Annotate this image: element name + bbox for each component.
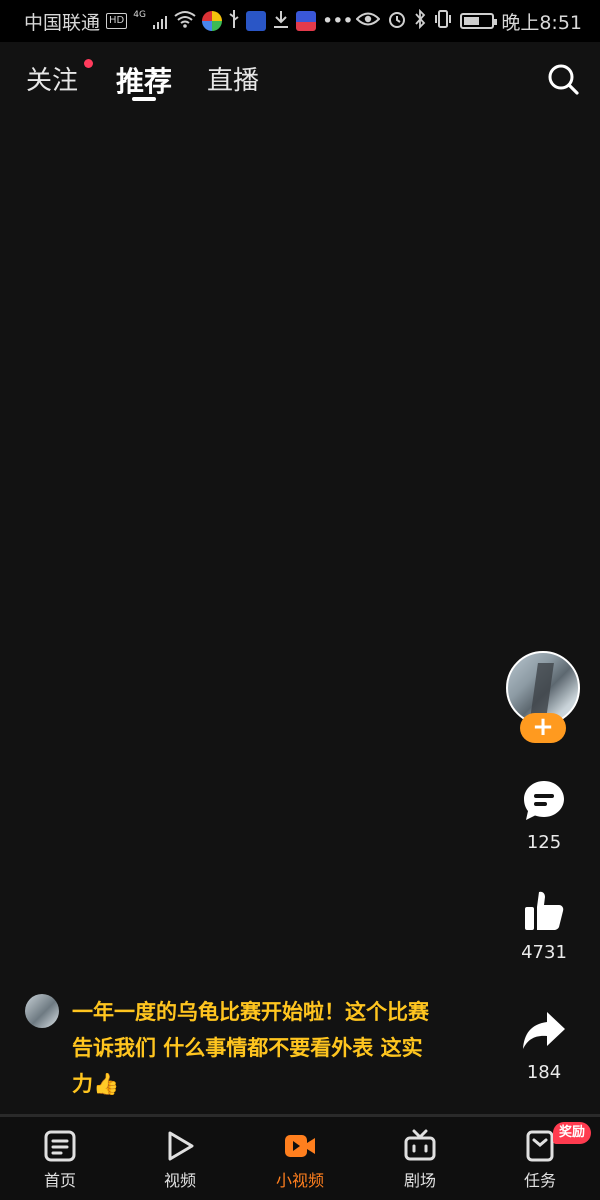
- top-nav: 关注 推荐 直播: [0, 50, 600, 110]
- caption-author-avatar[interactable]: [25, 994, 59, 1028]
- nav-task-label: 任务: [523, 1171, 556, 1190]
- nav-home[interactable]: 首页: [20, 1129, 100, 1191]
- wifi-icon: [174, 10, 196, 33]
- carrier-name: 中国联通: [24, 11, 101, 34]
- clock: 晚上8:51: [501, 11, 582, 34]
- usb-icon: [228, 9, 240, 34]
- comment-action[interactable]: 125: [508, 778, 580, 853]
- bottom-nav: 首页 视频 小视频 剧场 任务: [0, 1117, 600, 1200]
- nav-theater-label: 剧场: [403, 1171, 436, 1190]
- hd-badge: HD: [106, 13, 128, 29]
- eye-icon: [355, 10, 381, 32]
- nav-video[interactable]: 视频: [140, 1129, 220, 1191]
- share-icon: [523, 1012, 565, 1049]
- nav-theater[interactable]: 剧场: [380, 1129, 460, 1191]
- share-action[interactable]: 184: [508, 1008, 580, 1083]
- nav-short-video[interactable]: 小视频: [260, 1129, 340, 1191]
- notification-dot: [84, 59, 93, 68]
- tab-recommended[interactable]: 推荐: [116, 60, 172, 100]
- thumbs-up-icon: [525, 891, 564, 930]
- task-icon: [526, 1130, 554, 1162]
- tv-icon: [404, 1129, 436, 1161]
- app-notification-icon: [202, 11, 222, 31]
- comment-count: 125: [526, 832, 562, 853]
- active-tab-indicator: [132, 97, 156, 101]
- video-caption[interactable]: 一年一度的乌龟比赛开始啦！这个比赛告诉我们 什么事情都不要看外表 这实力👍: [72, 994, 442, 1102]
- like-count: 4731: [521, 942, 567, 963]
- search-icon[interactable]: [546, 62, 580, 96]
- play-icon: [168, 1131, 194, 1161]
- battery-icon: [460, 13, 498, 29]
- share-count: 184: [526, 1062, 562, 1083]
- vibrate-icon: [433, 9, 453, 34]
- tab-following[interactable]: 关注: [26, 60, 78, 97]
- like-action[interactable]: 4731: [508, 888, 580, 963]
- bluetooth-icon: [414, 8, 426, 34]
- follow-button[interactable]: +: [520, 713, 566, 743]
- home-icon: [44, 1130, 76, 1162]
- status-bar: 中国联通 HD 4G ••• 晚上8:51: [0, 0, 600, 42]
- comment-icon: [524, 781, 564, 820]
- short-video-icon: [285, 1135, 315, 1157]
- more-notifications-icon: •••: [322, 10, 354, 32]
- nav-short-video-label: 小视频: [275, 1171, 324, 1190]
- video-app-icon: [296, 11, 316, 31]
- tab-live[interactable]: 直播: [207, 60, 259, 97]
- alarm-icon: [387, 9, 407, 34]
- nav-home-label: 首页: [43, 1171, 76, 1190]
- network-type: 4G: [133, 10, 146, 20]
- news-app-icon: [246, 11, 266, 31]
- reward-badge: 奖励: [553, 1122, 592, 1144]
- nav-video-label: 视频: [163, 1171, 196, 1190]
- video-player[interactable]: [0, 110, 600, 1114]
- signal-icon: 4G: [133, 10, 168, 32]
- download-icon: [272, 9, 290, 34]
